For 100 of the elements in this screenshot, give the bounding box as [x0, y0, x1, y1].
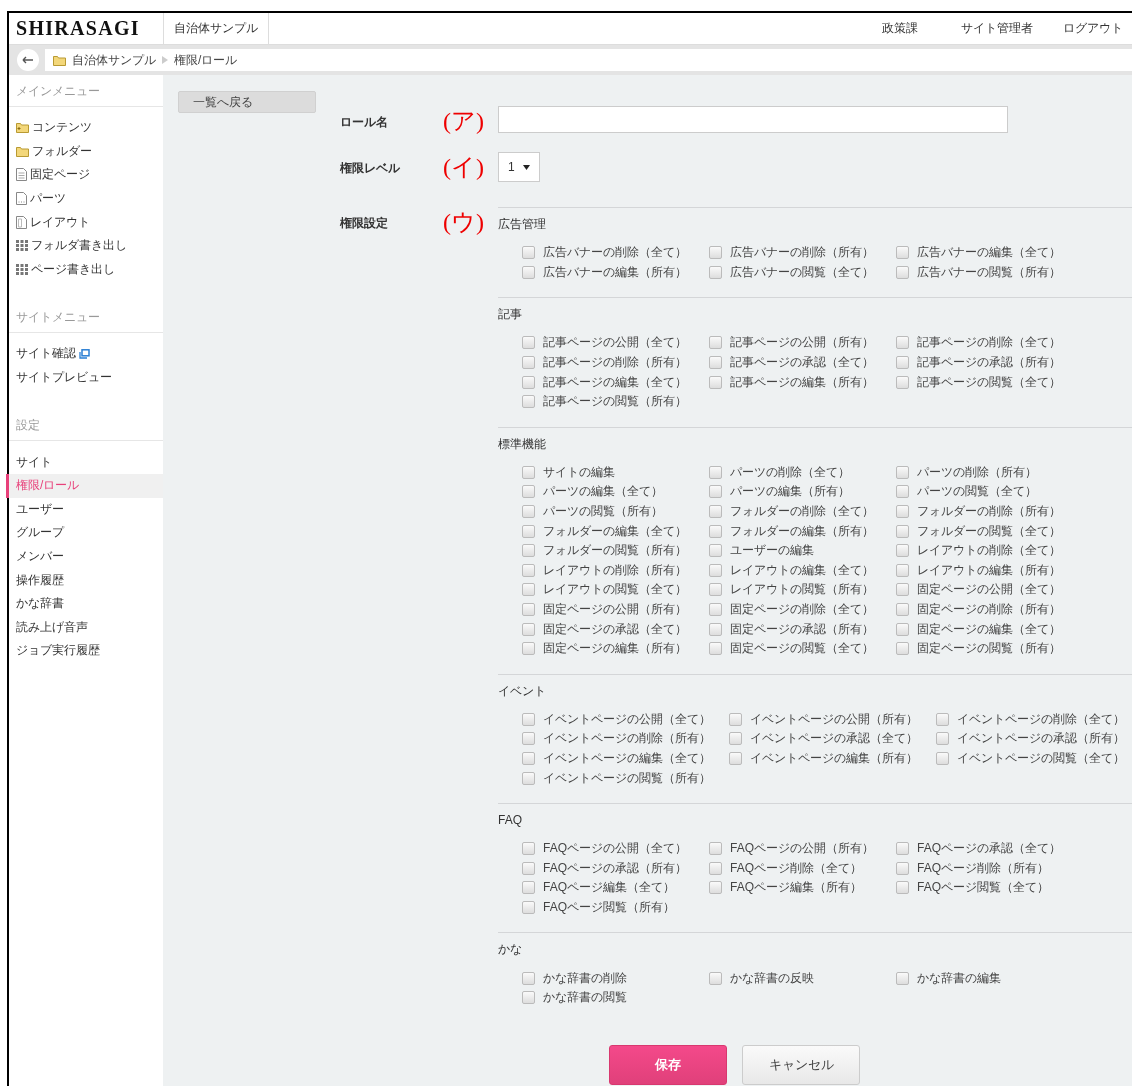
checkbox[interactable] [709, 583, 722, 597]
checkbox[interactable] [896, 861, 909, 875]
cancel-button[interactable]: キャンセル [742, 1045, 860, 1085]
checkbox[interactable] [522, 246, 535, 260]
checkbox[interactable] [522, 465, 535, 479]
sidebar-item[interactable]: かな辞書 [16, 595, 64, 613]
checkbox[interactable] [522, 485, 535, 499]
checkbox[interactable] [709, 642, 722, 656]
sidebar-item[interactable]: フォルダ書き出し [31, 237, 127, 255]
sidebar-item[interactable]: 読み上げ音声 [16, 618, 88, 636]
checkbox[interactable] [522, 622, 535, 636]
back-button[interactable] [17, 49, 39, 71]
checkbox[interactable] [709, 881, 722, 895]
checkbox[interactable] [522, 524, 535, 538]
checkbox[interactable] [522, 395, 535, 409]
checkbox[interactable] [896, 505, 909, 519]
checkbox[interactable] [896, 881, 909, 895]
checkbox[interactable] [896, 583, 909, 597]
checkbox[interactable] [709, 246, 722, 260]
checkbox[interactable] [896, 642, 909, 656]
checkbox[interactable] [896, 603, 909, 616]
checkbox[interactable] [522, 732, 535, 746]
checkbox[interactable] [729, 732, 742, 746]
checkbox[interactable] [896, 356, 909, 370]
checkbox[interactable] [522, 642, 535, 656]
checkbox[interactable] [709, 622, 722, 636]
sidebar-item[interactable]: サイト確認 [16, 345, 76, 363]
checkbox[interactable] [896, 622, 909, 636]
sidebar-item[interactable]: レイアウト [30, 213, 90, 231]
checkbox[interactable] [709, 861, 722, 875]
header-link[interactable]: 政策課 [867, 20, 946, 37]
checkbox[interactable] [896, 375, 909, 389]
checkbox[interactable] [709, 465, 722, 479]
checkbox[interactable] [522, 265, 535, 279]
checkbox[interactable] [522, 971, 535, 985]
save-button[interactable]: 保存 [609, 1045, 727, 1085]
checkbox[interactable] [522, 771, 535, 785]
sidebar-item[interactable]: フォルダー [32, 142, 92, 160]
checkbox[interactable] [522, 336, 535, 350]
sidebar-item[interactable]: パーツ [30, 190, 66, 208]
breadcrumb-link[interactable]: 自治体サンプル [72, 51, 156, 69]
checkbox[interactable] [936, 752, 949, 765]
checkbox[interactable] [522, 842, 535, 856]
checkbox[interactable] [522, 583, 535, 597]
checkbox[interactable] [522, 861, 535, 875]
checkbox[interactable] [709, 842, 722, 856]
checkbox[interactable] [896, 336, 909, 350]
checkbox[interactable] [709, 603, 722, 616]
sidebar-item[interactable]: コンテンツ [32, 119, 92, 137]
sidebar-item[interactable]: ジョブ実行履歴 [16, 642, 100, 660]
checkbox[interactable] [709, 563, 722, 577]
sidebar-item[interactable]: メンバー [16, 548, 64, 565]
checkbox[interactable] [896, 465, 909, 479]
sidebar-item[interactable]: ページ書き出し [31, 260, 115, 278]
header-link[interactable]: サイト管理者 [946, 20, 1048, 37]
checkbox[interactable] [896, 544, 909, 558]
checkbox[interactable] [896, 842, 909, 856]
checkbox[interactable] [522, 603, 535, 616]
checkbox[interactable] [522, 900, 535, 914]
sidebar-item[interactable]: ユーザー [16, 500, 64, 518]
sidebar-item[interactable]: サイト [16, 453, 52, 471]
sidebar-item[interactable]: グループ [16, 524, 64, 542]
sidebar-item[interactable]: サイトプレビュー [16, 369, 112, 387]
checkbox[interactable] [709, 544, 722, 558]
checkbox[interactable] [896, 246, 909, 260]
checkbox[interactable] [709, 375, 722, 389]
checkbox[interactable] [896, 485, 909, 499]
checkbox[interactable] [709, 524, 722, 538]
checkbox[interactable] [709, 505, 722, 519]
checkbox[interactable] [522, 991, 535, 1005]
checkbox[interactable] [709, 485, 722, 499]
checkbox[interactable] [709, 356, 722, 370]
checkbox[interactable] [522, 881, 535, 895]
breadcrumb-link[interactable]: 権限/ロール [174, 51, 238, 69]
site-tab[interactable]: 自治体サンプル [163, 13, 269, 44]
checkbox[interactable] [522, 563, 535, 577]
role-name-field[interactable] [498, 106, 1008, 133]
sidebar-item[interactable]: 操作履歴 [16, 571, 64, 589]
checkbox[interactable] [936, 732, 949, 746]
checkbox[interactable] [522, 544, 535, 558]
checkbox[interactable] [936, 712, 949, 726]
checkbox[interactable] [522, 712, 535, 726]
sidebar-item[interactable]: 固定ページ [30, 166, 90, 184]
level-select[interactable]: 1 [498, 152, 540, 182]
checkbox[interactable] [896, 524, 909, 538]
header-link[interactable]: ログアウト [1048, 20, 1132, 37]
back-to-list-button[interactable]: 一覧へ戻る [178, 91, 316, 113]
app-logo[interactable]: SHIRASAGI [9, 13, 163, 44]
checkbox[interactable] [522, 505, 535, 519]
checkbox[interactable] [709, 971, 722, 985]
checkbox[interactable] [896, 563, 909, 577]
checkbox[interactable] [709, 336, 722, 350]
checkbox[interactable] [729, 752, 742, 765]
checkbox[interactable] [522, 375, 535, 389]
checkbox[interactable] [729, 712, 742, 726]
checkbox[interactable] [709, 265, 722, 279]
checkbox[interactable] [896, 265, 909, 279]
checkbox[interactable] [896, 971, 909, 985]
checkbox[interactable] [522, 356, 535, 370]
checkbox[interactable] [522, 752, 535, 765]
